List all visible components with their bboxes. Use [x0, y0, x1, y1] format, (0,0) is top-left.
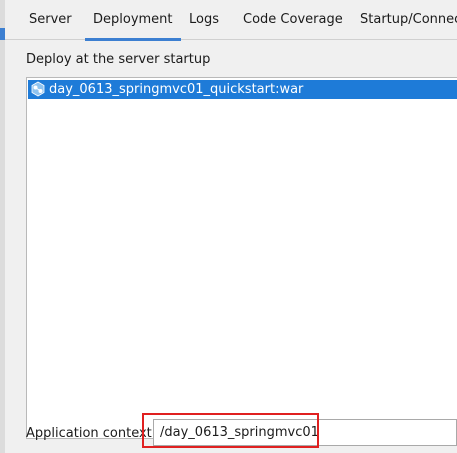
deployment-list[interactable]: day_0613_springmvc01_quickstart:war	[26, 77, 457, 439]
tab-startup-connection[interactable]: Startup/Connecti	[360, 0, 457, 40]
deployment-panel: Deploy at the server startup day_0613_sp…	[5, 41, 457, 453]
deploy-section-label: Deploy at the server startup	[26, 52, 211, 67]
tab-bar: Server Deployment Logs Code Coverage Sta…	[5, 0, 457, 41]
war-artifact-icon	[31, 81, 45, 97]
deployment-artifact-name: day_0613_springmvc01_quickstart:war	[49, 82, 304, 97]
tab-server[interactable]: Server	[29, 0, 72, 40]
application-context-label: Application context:	[26, 426, 157, 441]
tab-code-coverage[interactable]: Code Coverage	[243, 0, 343, 40]
tab-deployment[interactable]: Deployment	[85, 0, 181, 41]
application-context-input[interactable]	[153, 419, 457, 446]
deployment-list-item[interactable]: day_0613_springmvc01_quickstart:war	[28, 80, 457, 99]
tab-logs[interactable]: Logs	[189, 0, 219, 40]
